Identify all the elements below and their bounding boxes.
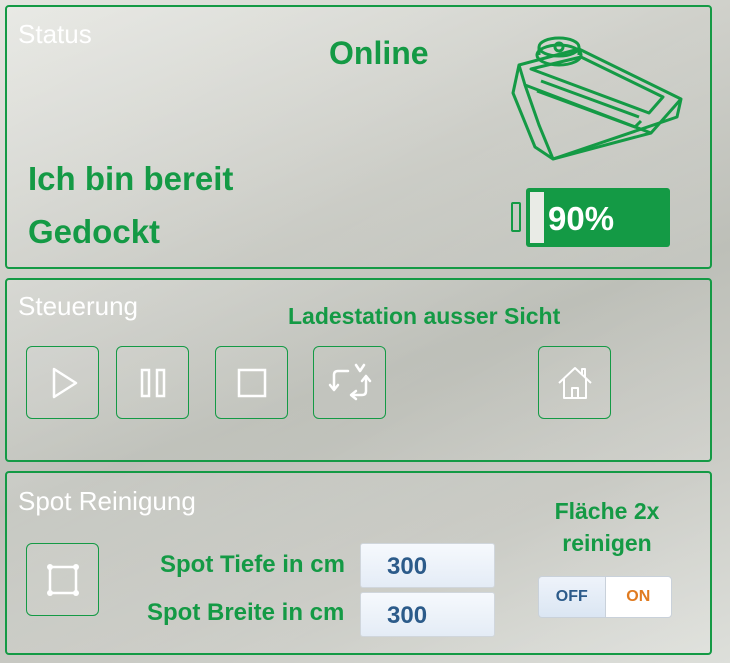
toggle-off-option[interactable]: OFF: [539, 577, 606, 617]
spot-depth-label: Spot Tiefe in cm: [160, 551, 345, 578]
double-clean-label-line1: Fläche 2x: [554, 498, 660, 524]
battery-body: 90%: [526, 188, 670, 247]
toggle-on-option[interactable]: ON: [605, 577, 671, 617]
repeat-button[interactable]: [313, 346, 386, 419]
dock-visibility-message: Ladestation ausser Sicht: [288, 303, 561, 329]
spot-square-icon: [46, 563, 79, 596]
status-title: Status: [18, 19, 92, 49]
home-button[interactable]: [538, 346, 611, 419]
spot-width-input[interactable]: 300: [360, 592, 495, 637]
play-icon: [52, 367, 77, 398]
stop-icon: [237, 368, 266, 397]
spot-width-label: Spot Breite in cm: [147, 599, 345, 626]
double-clean-label: Fläche 2x reinigen: [537, 495, 677, 559]
play-button[interactable]: [26, 346, 99, 419]
battery-level-label: 90%: [548, 200, 615, 237]
home-icon: [557, 366, 592, 399]
status-panel: Status Online Ich bin bereit Gedockt 90%: [5, 5, 712, 269]
spot-clean-button[interactable]: [26, 543, 99, 616]
battery-terminal: [511, 202, 521, 232]
robot-state: Ich bin bereit: [28, 160, 234, 197]
repeat-icon: [328, 363, 371, 400]
stop-button[interactable]: [215, 346, 288, 419]
control-panel: Steuerung Ladestation ausser Sicht: [5, 278, 712, 462]
control-title: Steuerung: [18, 291, 138, 321]
double-clean-label-line2: reinigen: [562, 530, 652, 556]
robot-vacuum-icon: [501, 21, 701, 171]
pause-icon: [140, 368, 165, 397]
spot-cleaning-panel: Spot Reinigung Spot Tiefe in cm 300 Spot…: [5, 471, 712, 655]
battery-empty-section: [530, 192, 544, 243]
double-clean-toggle[interactable]: OFF ON: [538, 576, 672, 618]
spot-depth-input[interactable]: 300: [360, 543, 495, 588]
spot-title: Spot Reinigung: [18, 486, 196, 516]
pause-button[interactable]: [116, 346, 189, 419]
connection-status: Online: [329, 35, 429, 71]
dock-state: Gedockt: [28, 213, 161, 250]
